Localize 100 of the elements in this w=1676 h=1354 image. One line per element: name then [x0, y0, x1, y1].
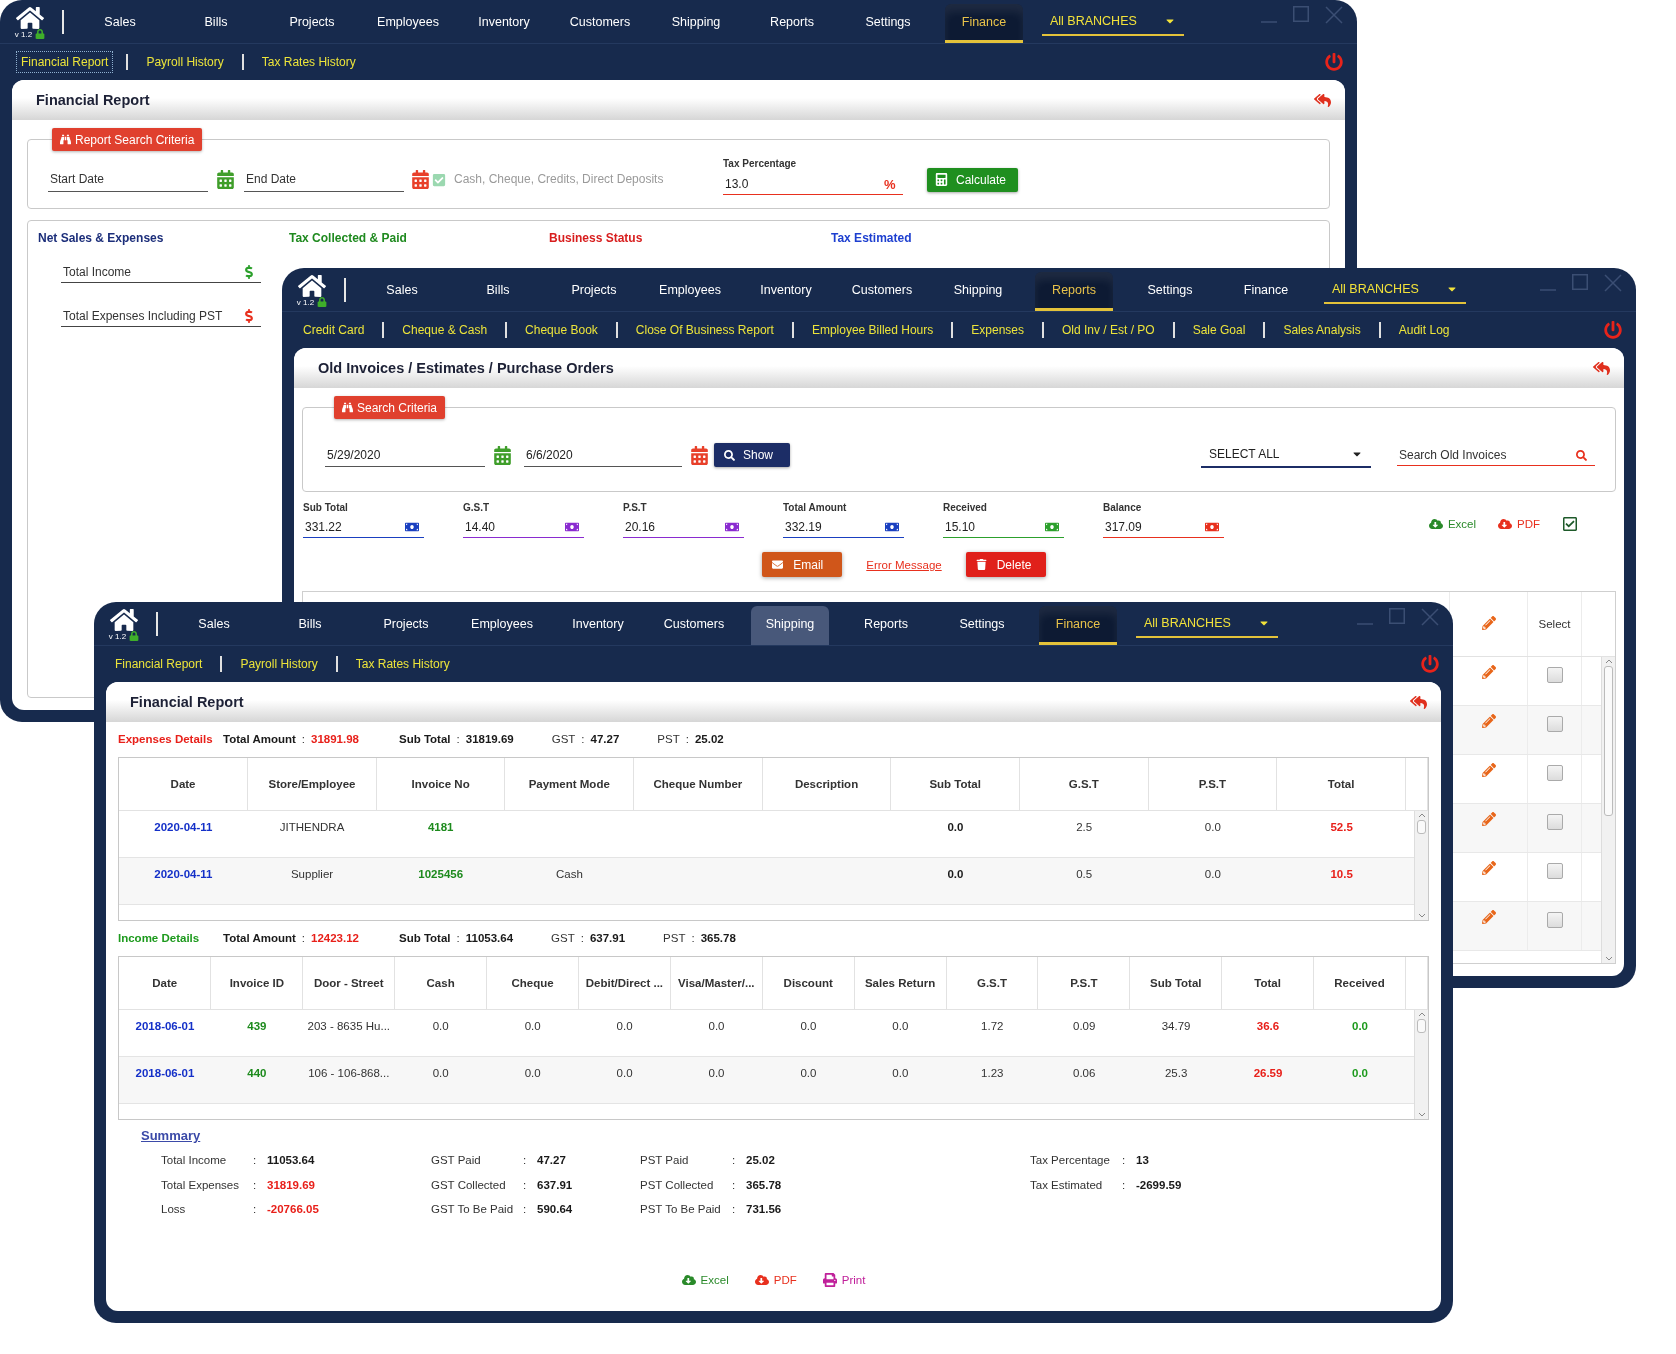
- branch-dropdown[interactable]: All BRANCHES: [1136, 609, 1278, 638]
- nav-tab[interactable]: Employees: [463, 606, 541, 645]
- scroll-down-icon[interactable]: [1604, 956, 1613, 961]
- sub-nav-link[interactable]: Sale Goal: [1187, 319, 1251, 341]
- to-date-field[interactable]: 6/6/2020: [524, 443, 682, 467]
- end-date-field[interactable]: End Date: [244, 167, 404, 192]
- pencil-icon[interactable]: [1481, 812, 1496, 826]
- sub-nav-link[interactable]: Old Inv / Est / PO: [1057, 319, 1160, 341]
- pencil-icon[interactable]: [1481, 861, 1496, 875]
- nav-tab[interactable]: Shipping: [751, 606, 829, 645]
- summary-link[interactable]: Summary: [141, 1128, 201, 1143]
- scroll-thumb[interactable]: [1417, 1018, 1426, 1033]
- nav-tab[interactable]: Reports: [753, 4, 831, 43]
- scroll-down-icon[interactable]: [1417, 913, 1426, 918]
- checkbox[interactable]: [1546, 667, 1563, 683]
- sub-nav-link[interactable]: Tax Rates History: [256, 51, 361, 73]
- close-icon[interactable]: [1421, 608, 1439, 626]
- nav-tab[interactable]: Shipping: [939, 272, 1017, 311]
- nav-tab[interactable]: Settings: [849, 4, 927, 43]
- nav-tab[interactable]: Customers: [843, 272, 921, 311]
- scrollbar[interactable]: [1414, 1009, 1428, 1119]
- nav-tab[interactable]: Inventory: [747, 272, 825, 311]
- scroll-thumb[interactable]: [1417, 819, 1426, 834]
- sub-nav-link[interactable]: Audit Log: [1393, 319, 1455, 341]
- sub-nav-link[interactable]: Credit Card: [298, 319, 370, 341]
- nav-tab[interactable]: Projects: [367, 606, 445, 645]
- email-button[interactable]: Email: [762, 552, 843, 577]
- nav-tab[interactable]: Sales: [175, 606, 253, 645]
- pencil-icon[interactable]: [1481, 763, 1496, 777]
- nav-tab[interactable]: Projects: [555, 272, 633, 311]
- scrollbar[interactable]: [1414, 810, 1428, 920]
- nav-tab[interactable]: Inventory: [559, 606, 637, 645]
- sub-nav-link[interactable]: Employee Billed Hours: [806, 319, 939, 341]
- maximize-icon[interactable]: [1572, 274, 1588, 290]
- branch-dropdown[interactable]: All BRANCHES: [1042, 7, 1184, 36]
- scroll-thumb[interactable]: [1604, 666, 1613, 816]
- nav-tab[interactable]: Finance: [1227, 272, 1305, 311]
- search-criteria-button[interactable]: Search Criteria: [334, 396, 446, 419]
- scroll-up-icon[interactable]: [1604, 659, 1613, 664]
- checkbox[interactable]: [1546, 716, 1563, 732]
- report-search-criteria-button[interactable]: Report Search Criteria: [52, 128, 203, 151]
- nav-tab[interactable]: Employees: [651, 272, 729, 311]
- calendar-icon[interactable]: [493, 445, 512, 465]
- home-icon[interactable]: [110, 606, 138, 634]
- pencil-icon[interactable]: [1481, 665, 1496, 679]
- error-message-link[interactable]: Error Message: [866, 558, 942, 571]
- export-link[interactable]: Print: [822, 1273, 866, 1287]
- scroll-up-icon[interactable]: [1417, 812, 1426, 818]
- branch-dropdown[interactable]: All BRANCHES: [1324, 275, 1466, 304]
- back-icon[interactable]: [1593, 359, 1610, 377]
- close-icon[interactable]: [1604, 274, 1622, 292]
- nav-tab[interactable]: Finance: [1039, 606, 1117, 645]
- export-link[interactable]: PDF: [754, 1273, 797, 1287]
- pencil-icon[interactable]: [1481, 714, 1496, 728]
- export-link[interactable]: Excel: [1428, 517, 1476, 531]
- sub-nav-link[interactable]: Financial Report: [110, 653, 208, 675]
- nav-tab[interactable]: Employees: [369, 4, 447, 43]
- nav-tab[interactable]: Sales: [81, 4, 159, 43]
- export-link[interactable]: Excel: [681, 1273, 729, 1287]
- power-icon[interactable]: [1325, 53, 1343, 71]
- delete-button[interactable]: Delete: [965, 552, 1046, 577]
- sub-nav-link[interactable]: Payroll History: [141, 51, 229, 73]
- search-field[interactable]: Search Old Invoices: [1397, 444, 1595, 466]
- payment-types-field[interactable]: Cash, Cheque, Credits, Direct Deposits: [452, 167, 702, 192]
- calendar-icon[interactable]: [411, 170, 430, 189]
- maximize-icon[interactable]: [1389, 608, 1405, 624]
- close-icon[interactable]: [1325, 6, 1343, 24]
- pencil-icon[interactable]: [1481, 910, 1496, 924]
- sub-nav-link[interactable]: Expenses: [966, 319, 1029, 341]
- scroll-down-icon[interactable]: [1417, 1112, 1426, 1117]
- nav-tab[interactable]: Customers: [561, 4, 639, 43]
- nav-tab[interactable]: Finance: [945, 4, 1023, 43]
- checkbox[interactable]: [1546, 765, 1563, 781]
- from-date-field[interactable]: 5/29/2020: [325, 443, 485, 467]
- sub-nav-link[interactable]: Financial Report: [16, 51, 114, 73]
- home-icon[interactable]: [298, 272, 326, 300]
- scroll-up-icon[interactable]: [1417, 1011, 1426, 1017]
- calculate-button[interactable]: Calculate: [927, 167, 1019, 192]
- show-button[interactable]: Show: [714, 443, 790, 467]
- export-link[interactable]: PDF: [1498, 517, 1540, 531]
- nav-tab[interactable]: Projects: [273, 4, 351, 43]
- nav-tab[interactable]: Reports: [847, 606, 925, 645]
- calendar-icon[interactable]: [216, 170, 235, 189]
- calendar-icon[interactable]: [690, 445, 709, 465]
- nav-tab[interactable]: Shipping: [657, 4, 735, 43]
- sub-nav-link[interactable]: Close Of Business Report: [630, 319, 779, 341]
- nav-tab[interactable]: Bills: [271, 606, 349, 645]
- checkbox[interactable]: [1546, 912, 1563, 928]
- maximize-icon[interactable]: [1293, 6, 1309, 22]
- sub-nav-link[interactable]: Cheque Book: [520, 319, 603, 341]
- sub-nav-link[interactable]: Tax Rates History: [350, 653, 455, 675]
- checkbox[interactable]: [1546, 814, 1563, 830]
- nav-tab[interactable]: Sales: [363, 272, 441, 311]
- sub-nav-link[interactable]: Payroll History: [235, 653, 323, 675]
- filter-dropdown[interactable]: SELECT ALL: [1201, 442, 1371, 468]
- sub-nav-link[interactable]: Sales Analysis: [1278, 319, 1366, 341]
- back-icon[interactable]: [1410, 693, 1427, 711]
- nav-tab[interactable]: Bills: [177, 4, 255, 43]
- power-icon[interactable]: [1421, 655, 1439, 673]
- nav-tab[interactable]: Settings: [943, 606, 1021, 645]
